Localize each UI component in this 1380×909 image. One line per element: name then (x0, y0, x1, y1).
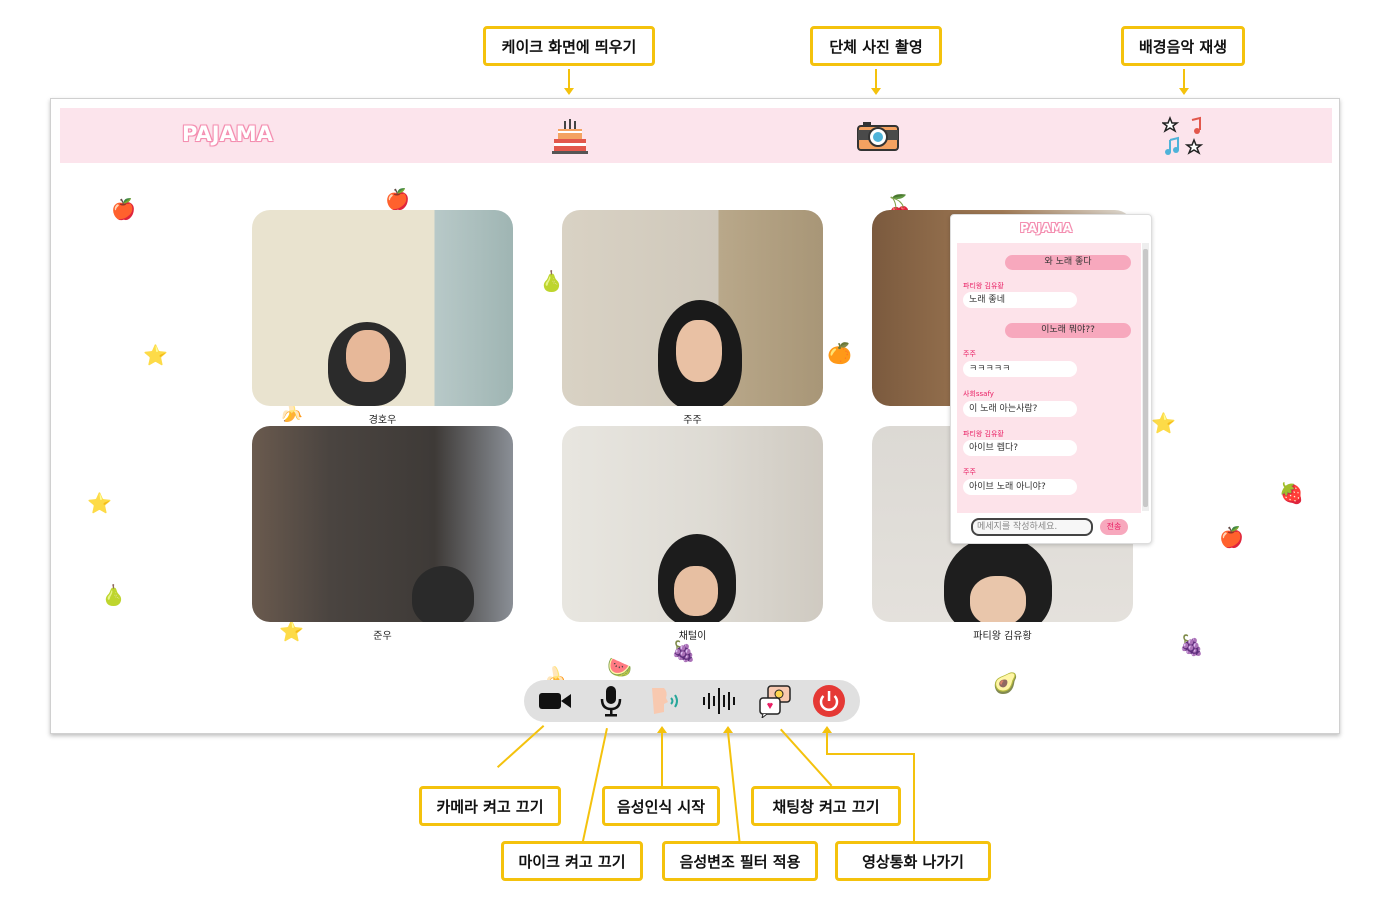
callout-mic: 마이크 켜고 끄기 (501, 841, 643, 881)
arrowhead-music (1179, 88, 1189, 95)
chat-bubbles-icon[interactable] (758, 684, 792, 718)
strawberry-decoration: 🍓 (1279, 481, 1304, 505)
participant-name: 파티왕 김유황 (973, 631, 1032, 642)
leader-photo (875, 69, 877, 89)
music-notes-icon[interactable] (1162, 116, 1206, 156)
callout-cake: 케이크 화면에 띄우기 (483, 26, 655, 66)
other-message: 아이브 렙다? (963, 440, 1077, 456)
callout-speech: 음성인식 시작 (602, 786, 720, 826)
callout-voice-filter: 음성변조 필터 적용 (662, 841, 818, 881)
leader-music (1183, 69, 1185, 89)
leader-cake (568, 69, 570, 89)
other-message: 이 노래 아는사람? (963, 401, 1077, 417)
watermelon-decoration: 🍉 (607, 655, 632, 679)
camera-photo-icon[interactable] (856, 116, 900, 156)
speech-recognition-icon[interactable] (648, 684, 682, 718)
leader-leave-horizontal (826, 753, 915, 755)
other-message: ㅋㅋㅋㅋㅋ (963, 361, 1077, 377)
star-decoration: ⭐ (87, 491, 112, 515)
callout-music: 배경음악 재생 (1121, 26, 1245, 66)
arrowhead-voice-filter (723, 726, 733, 733)
apple-decoration: 🍎 (385, 187, 410, 211)
avocado-decoration: 🥑 (993, 671, 1018, 695)
cake-icon[interactable] (548, 116, 592, 156)
participant-face (674, 566, 718, 616)
message-sender: 주주 (963, 350, 976, 358)
scroll-thumb[interactable] (1143, 249, 1148, 507)
chat-scrollbar[interactable] (1142, 243, 1149, 511)
video-tile (562, 210, 823, 406)
my-message: 와 노래 좋다 (1005, 255, 1131, 270)
grape-decoration: 🍇 (1179, 633, 1204, 657)
app-logo: PAJAMA (182, 122, 273, 146)
participant-name: 준우 (373, 631, 392, 642)
leader-voice-filter (727, 731, 741, 844)
chat-panel: PAJAMA 와 노래 좋다 파티왕 김유황 노래 좋네 이노래 뭐야?? 주주… (950, 214, 1152, 544)
send-button[interactable]: 전송 (1100, 519, 1128, 535)
leader-chat (780, 728, 833, 787)
participant-face (676, 320, 722, 382)
message-sender: 파티왕 김유황 (963, 282, 1004, 290)
video-tile (252, 210, 513, 406)
leader-speech (661, 732, 663, 788)
message-sender: 사회ssafy (963, 390, 994, 398)
participant-face (346, 330, 390, 382)
microphone-icon[interactable] (594, 684, 628, 718)
arrowhead-speech (657, 726, 667, 733)
other-message: 노래 좋네 (963, 292, 1077, 308)
chat-logo: PAJAMA (1020, 221, 1072, 235)
video-tile (562, 426, 823, 622)
callout-photo: 단체 사진 촬영 (810, 26, 942, 66)
apple-decoration: 🍎 (111, 197, 136, 221)
leader-leave-vertical (913, 753, 915, 841)
orange-decoration: 🍊 (827, 341, 852, 365)
callout-chat: 채팅창 켜고 끄기 (751, 786, 901, 826)
participant-name: 주주 (683, 415, 702, 426)
chat-input[interactable]: 메세지를 작성하세요. (971, 518, 1093, 536)
my-message: 이노래 뭐야?? (1005, 323, 1131, 338)
arrowhead-leave (822, 726, 832, 733)
sound-wave-icon[interactable] (702, 684, 736, 718)
arrowhead-photo (871, 88, 881, 95)
other-message: 아이브 노래 아니야? (963, 479, 1077, 495)
message-sender: 주주 (963, 468, 976, 476)
video-tile (252, 426, 513, 622)
callout-camera: 카메라 켜고 끄기 (419, 786, 561, 826)
arrowhead-cake (564, 88, 574, 95)
chat-messages[interactable]: 와 노래 좋다 파티왕 김유황 노래 좋네 이노래 뭐야?? 주주 ㅋㅋㅋㅋㅋ … (957, 243, 1141, 513)
apple-decoration: 🍎 (1219, 525, 1244, 549)
callout-leave: 영상통화 나가기 (835, 841, 991, 881)
star-decoration: ⭐ (143, 343, 168, 367)
annotated-screenshot: 케이크 화면에 띄우기 단체 사진 촬영 배경음악 재생 PAJAMA 🍎 🍎 … (0, 0, 1380, 909)
power-icon[interactable] (812, 684, 846, 718)
participant-name: 경호우 (368, 415, 397, 426)
participant-name: 채털이 (678, 631, 707, 642)
video-call-app: PAJAMA 🍎 🍎 ⭐ 🍐 🍊 🍒 ⭐ 🍐 ⭐ 🍌 ⭐ 🍓 🍎 🍇 🥑 🍉 � (50, 98, 1340, 734)
grape-decoration: 🍇 (671, 639, 696, 663)
message-sender: 파티왕 김유황 (963, 430, 1004, 438)
participant-face (970, 576, 1026, 622)
pear-decoration: 🍐 (539, 269, 564, 293)
top-bar: PAJAMA (60, 108, 1332, 163)
pear-decoration: 🍐 (101, 583, 126, 607)
control-toolbar (524, 680, 860, 722)
video-camera-icon[interactable] (538, 684, 572, 718)
leader-leave (826, 732, 828, 754)
participant-video (412, 566, 474, 622)
star-decoration: ⭐ (1151, 411, 1176, 435)
